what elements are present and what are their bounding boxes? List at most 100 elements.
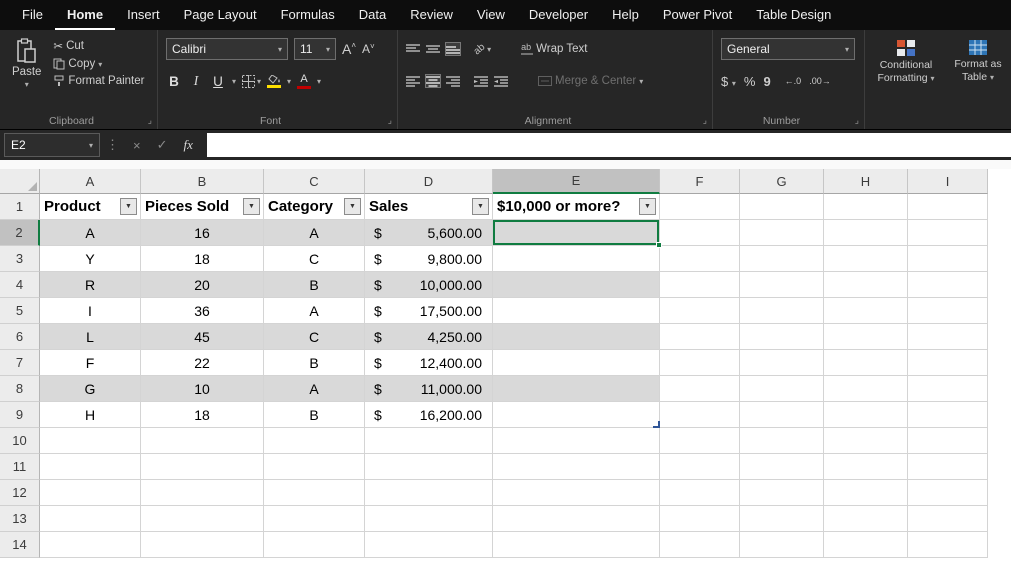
column-header-e[interactable]: E — [493, 169, 660, 194]
cell-G11[interactable] — [740, 454, 824, 480]
cell-I11[interactable] — [908, 454, 988, 480]
cell-G13[interactable] — [740, 506, 824, 532]
cell-H9[interactable] — [824, 402, 908, 428]
cell-B12[interactable] — [141, 480, 264, 506]
cell-E13[interactable] — [493, 506, 660, 532]
filter-button[interactable]: ▼ — [243, 198, 260, 215]
cell-F5[interactable] — [660, 298, 740, 324]
cell-F3[interactable] — [660, 246, 740, 272]
cell-B1[interactable]: Pieces Sold ▼ — [141, 194, 264, 220]
cell-H12[interactable] — [824, 480, 908, 506]
cell-C12[interactable] — [264, 480, 365, 506]
dialog-launcher-icon[interactable]: ⌟ — [388, 115, 392, 126]
cell-E10[interactable] — [493, 428, 660, 454]
cell-H14[interactable] — [824, 532, 908, 558]
cell-F11[interactable] — [660, 454, 740, 480]
cell-F12[interactable] — [660, 480, 740, 506]
cell-F2[interactable] — [660, 220, 740, 246]
dialog-launcher-icon[interactable]: ⌟ — [855, 115, 859, 126]
cell-F10[interactable] — [660, 428, 740, 454]
format-as-table-button[interactable]: Format as Table ▾ — [945, 36, 1011, 111]
borders-button[interactable]: ▾ — [242, 74, 261, 88]
merge-center-button[interactable]: Merge & Center ▾ — [538, 75, 643, 87]
cell-H11[interactable] — [824, 454, 908, 480]
cell-E14[interactable] — [493, 532, 660, 558]
filter-button[interactable]: ▼ — [120, 198, 137, 215]
cell-G12[interactable] — [740, 480, 824, 506]
align-right-button[interactable] — [446, 75, 460, 87]
column-header-c[interactable]: C — [264, 169, 365, 194]
cell-B5[interactable]: 36 — [141, 298, 264, 324]
row-header-13[interactable]: 13 — [0, 506, 40, 532]
cell-I5[interactable] — [908, 298, 988, 324]
comma-style-button[interactable]: 9 — [763, 74, 770, 89]
cell-H13[interactable] — [824, 506, 908, 532]
cell-I13[interactable] — [908, 506, 988, 532]
menu-tab-file[interactable]: File — [10, 0, 55, 30]
cell-B13[interactable] — [141, 506, 264, 532]
cell-D1[interactable]: Sales ▼ — [365, 194, 493, 220]
cell-D12[interactable] — [365, 480, 493, 506]
column-header-b[interactable]: B — [141, 169, 264, 194]
cell-E11[interactable] — [493, 454, 660, 480]
cell-A11[interactable] — [40, 454, 141, 480]
cell-D2[interactable]: $5,600.00 — [365, 220, 493, 246]
cell-E5[interactable] — [493, 298, 660, 324]
enter-button[interactable]: ✓ — [149, 137, 176, 153]
cell-E3[interactable] — [493, 246, 660, 272]
row-header-4[interactable]: 4 — [0, 272, 40, 298]
cut-button[interactable]: ✂ Cut — [53, 39, 144, 53]
format-painter-button[interactable]: Format Painter — [53, 75, 144, 87]
cell-G8[interactable] — [740, 376, 824, 402]
cell-I7[interactable] — [908, 350, 988, 376]
cell-I4[interactable] — [908, 272, 988, 298]
align-center-button[interactable] — [425, 74, 441, 88]
menu-tab-table-design[interactable]: Table Design — [744, 0, 843, 30]
row-header-14[interactable]: 14 — [0, 532, 40, 558]
increase-indent-button[interactable] — [494, 75, 508, 87]
underline-button[interactable]: U — [210, 74, 226, 89]
paste-button[interactable]: Paste ▾ — [8, 36, 45, 111]
menu-tab-review[interactable]: Review — [398, 0, 465, 30]
cell-C13[interactable] — [264, 506, 365, 532]
cell-A4[interactable]: R — [40, 272, 141, 298]
cell-G14[interactable] — [740, 532, 824, 558]
cell-F9[interactable] — [660, 402, 740, 428]
font-size-combo[interactable]: 11 ▾ — [294, 38, 336, 60]
menu-tab-page-layout[interactable]: Page Layout — [172, 0, 269, 30]
cell-C7[interactable]: B — [264, 350, 365, 376]
row-header-5[interactable]: 5 — [0, 298, 40, 324]
cell-A5[interactable]: I — [40, 298, 141, 324]
cell-I14[interactable] — [908, 532, 988, 558]
filter-button[interactable]: ▼ — [639, 198, 656, 215]
formula-input[interactable] — [206, 133, 1011, 157]
cell-C1[interactable]: Category ▼ — [264, 194, 365, 220]
row-header-10[interactable]: 10 — [0, 428, 40, 454]
cell-D8[interactable]: $11,000.00 — [365, 376, 493, 402]
cell-I9[interactable] — [908, 402, 988, 428]
cell-G10[interactable] — [740, 428, 824, 454]
menu-tab-formulas[interactable]: Formulas — [269, 0, 347, 30]
insert-function-button[interactable]: fx — [176, 137, 201, 153]
cell-B8[interactable]: 10 — [141, 376, 264, 402]
row-header-9[interactable]: 9 — [0, 402, 40, 428]
column-header-d[interactable]: D — [365, 169, 493, 194]
cell-B14[interactable] — [141, 532, 264, 558]
conditional-formatting-button[interactable]: Conditional Formatting ▾ — [873, 36, 939, 111]
middle-align-button[interactable] — [426, 43, 440, 55]
cell-D14[interactable] — [365, 532, 493, 558]
cell-H5[interactable] — [824, 298, 908, 324]
cell-F6[interactable] — [660, 324, 740, 350]
menu-tab-data[interactable]: Data — [347, 0, 398, 30]
cell-B6[interactable]: 45 — [141, 324, 264, 350]
cell-F7[interactable] — [660, 350, 740, 376]
cell-A8[interactable]: G — [40, 376, 141, 402]
cell-B4[interactable]: 20 — [141, 272, 264, 298]
cell-B3[interactable]: 18 — [141, 246, 264, 272]
menu-tab-insert[interactable]: Insert — [115, 0, 172, 30]
cell-D4[interactable]: $10,000.00 — [365, 272, 493, 298]
cell-D7[interactable]: $12,400.00 — [365, 350, 493, 376]
top-align-button[interactable] — [406, 43, 420, 55]
cell-A10[interactable] — [40, 428, 141, 454]
row-header-11[interactable]: 11 — [0, 454, 40, 480]
